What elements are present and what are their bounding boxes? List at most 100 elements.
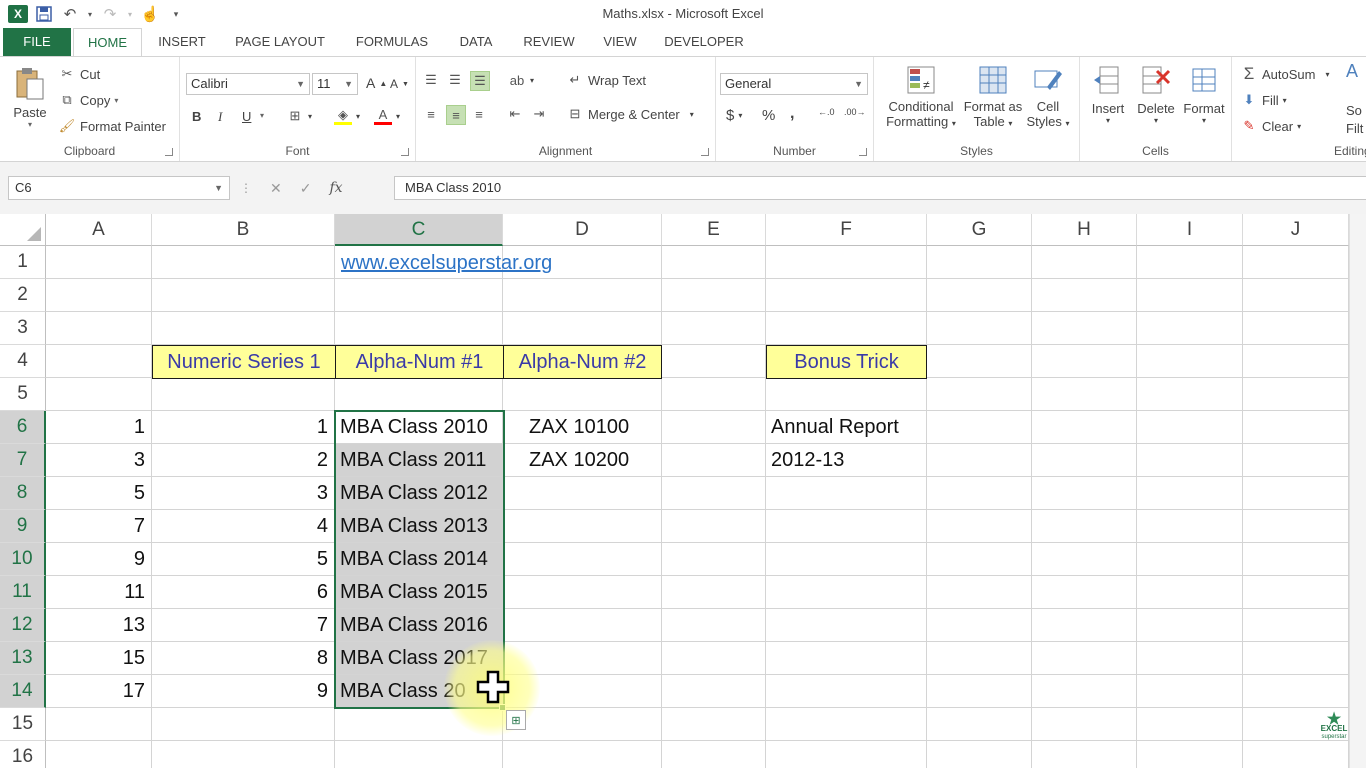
cell-c14[interactable]: MBA Class 20 xyxy=(335,675,502,707)
column-header-f[interactable]: F xyxy=(766,214,927,246)
enter-icon[interactable]: ✓ xyxy=(300,180,312,197)
align-right-button[interactable]: ≡ xyxy=(470,105,488,123)
paste-button[interactable]: Paste ▾ xyxy=(8,67,52,129)
cell-b14[interactable]: 9 xyxy=(152,675,334,707)
cell-b4[interactable]: Numeric Series 1 xyxy=(152,345,336,379)
cell-f6[interactable]: Annual Report xyxy=(766,411,926,443)
row-header-4[interactable]: 4 xyxy=(0,345,46,378)
column-header-c[interactable]: C xyxy=(335,214,503,246)
row-header-3[interactable]: 3 xyxy=(0,312,46,345)
cell-a12[interactable]: 13 xyxy=(46,609,151,641)
column-header-e[interactable]: E xyxy=(662,214,766,246)
borders-button[interactable]: ⊞ ▾ xyxy=(286,107,312,125)
format-cells-button[interactable]: Format ▾ xyxy=(1180,63,1228,125)
format-painter-button[interactable]: 🖌 Format Painter xyxy=(58,117,166,135)
font-name-dropdown-icon[interactable]: ▼ xyxy=(296,74,305,94)
row-header-15[interactable]: 15 xyxy=(0,708,46,741)
row-header-1[interactable]: 1 xyxy=(0,246,46,279)
bottom-align-button[interactable]: ☰ xyxy=(470,71,490,91)
column-header-b[interactable]: B xyxy=(152,214,335,246)
font-name-combo[interactable]: Calibri ▼ xyxy=(186,73,310,95)
row-header-6[interactable]: 6 xyxy=(0,411,46,444)
middle-align-button[interactable]: ☰ xyxy=(446,71,464,89)
decrease-indent-button[interactable]: ⇤ xyxy=(506,105,524,123)
cell-c13[interactable]: MBA Class 2017 xyxy=(335,642,502,674)
font-size-combo[interactable]: 11 ▼ xyxy=(312,73,358,95)
tab-data[interactable]: DATA xyxy=(448,28,504,56)
cell-b6[interactable]: 1 xyxy=(152,411,334,443)
row-header-5[interactable]: 5 xyxy=(0,378,46,411)
cell-a8[interactable]: 5 xyxy=(46,477,151,509)
tab-developer[interactable]: DEVELOPER xyxy=(658,28,750,56)
copy-button[interactable]: ⧉ Copy ▾ xyxy=(58,91,118,109)
cell-a13[interactable]: 15 xyxy=(46,642,151,674)
name-box-dropdown-icon[interactable]: ▼ xyxy=(214,177,223,199)
alignment-dialog-launcher-icon[interactable] xyxy=(701,148,709,156)
cell-a7[interactable]: 3 xyxy=(46,444,151,476)
cell-a10[interactable]: 9 xyxy=(46,543,151,575)
column-header-i[interactable]: I xyxy=(1137,214,1243,246)
orientation-button[interactable]: ab ▾ xyxy=(508,71,534,89)
delete-cells-dropdown-icon[interactable]: ▾ xyxy=(1132,116,1180,125)
merge-center-button[interactable]: ⊟ Merge & Center ▾ xyxy=(566,105,694,123)
cell-c4[interactable]: Alpha-Num #1 xyxy=(335,345,504,379)
top-align-button[interactable]: ☰ xyxy=(422,71,440,89)
worksheet-grid[interactable]: ABCDEFGHIJ 1 2 3 4 5 6 7 8 9 10 11 12 13 14 15 16 www.e… xyxy=(0,214,1366,768)
cell-styles-button[interactable]: Cell Styles ▾ xyxy=(1022,63,1074,129)
italic-button[interactable]: I xyxy=(218,109,222,125)
conditional-formatting-button[interactable]: ≠ Conditional Formatting ▾ xyxy=(878,63,964,129)
cell-c12[interactable]: MBA Class 2016 xyxy=(335,609,502,641)
tab-insert[interactable]: INSERT xyxy=(148,28,216,56)
font-dialog-launcher-icon[interactable] xyxy=(401,148,409,156)
shrink-font-button[interactable]: A ▼ xyxy=(390,77,409,91)
row-header-11[interactable]: 11 xyxy=(0,576,46,609)
cell-b12[interactable]: 7 xyxy=(152,609,334,641)
column-header-g[interactable]: G xyxy=(927,214,1032,246)
tab-page-layout[interactable]: PAGE LAYOUT xyxy=(226,28,334,56)
cell-a14[interactable]: 17 xyxy=(46,675,151,707)
formula-input[interactable]: MBA Class 2010 xyxy=(394,176,1366,200)
number-format-dropdown-icon[interactable]: ▼ xyxy=(854,74,863,94)
fill-color-button[interactable]: ◈ ▾ xyxy=(334,107,360,125)
autosum-button[interactable]: Σ AutoSum ▾ xyxy=(1240,64,1330,83)
bold-button[interactable]: B xyxy=(192,109,201,124)
number-format-combo[interactable]: General ▼ xyxy=(720,73,868,95)
clipboard-dialog-launcher-icon[interactable] xyxy=(165,148,173,156)
fill-button[interactable]: ⬇ Fill ▾ xyxy=(1240,91,1287,109)
underline-dropdown-icon[interactable]: ▾ xyxy=(260,111,264,120)
font-color-button[interactable]: A ▾ xyxy=(374,107,400,125)
cell-d6[interactable]: ZAX 10100 xyxy=(503,411,661,443)
tab-view[interactable]: VIEW xyxy=(594,28,646,56)
format-as-table-button[interactable]: Format as Table ▾ xyxy=(960,63,1026,129)
cell-c9[interactable]: MBA Class 2013 xyxy=(335,510,502,542)
number-dialog-launcher-icon[interactable] xyxy=(859,148,867,156)
cell-a11[interactable]: 11 xyxy=(46,576,151,608)
cell-f4[interactable]: Bonus Trick xyxy=(766,345,927,379)
select-all-button[interactable] xyxy=(0,214,46,246)
name-box[interactable]: C6 ▼ xyxy=(8,176,230,200)
sort-filter-label-2[interactable]: Filt xyxy=(1346,121,1363,136)
insert-function-icon[interactable]: fx xyxy=(329,180,342,196)
row-header-12[interactable]: 12 xyxy=(0,609,46,642)
cell-c10[interactable]: MBA Class 2014 xyxy=(335,543,502,575)
grow-font-button[interactable]: A ▲ xyxy=(366,75,387,91)
sort-filter-icon[interactable]: A xyxy=(1346,61,1358,82)
decrease-decimal-button[interactable]: .00→ xyxy=(844,107,866,117)
copy-dropdown-icon[interactable]: ▾ xyxy=(114,96,118,105)
increase-indent-button[interactable]: ⇥ xyxy=(530,105,548,123)
cell-c6[interactable]: MBA Class 2010 xyxy=(335,411,502,443)
fill-handle[interactable] xyxy=(499,704,506,711)
row-header-7[interactable]: 7 xyxy=(0,444,46,477)
cell-c8[interactable]: MBA Class 2012 xyxy=(335,477,502,509)
column-header-h[interactable]: H xyxy=(1032,214,1137,246)
font-size-dropdown-icon[interactable]: ▼ xyxy=(344,74,353,94)
row-header-10[interactable]: 10 xyxy=(0,543,46,576)
format-cells-dropdown-icon[interactable]: ▾ xyxy=(1180,116,1228,125)
align-center-button[interactable]: ≡ xyxy=(446,105,466,125)
insert-cells-button[interactable]: Insert ▾ xyxy=(1086,63,1130,125)
cell-c11[interactable]: MBA Class 2015 xyxy=(335,576,502,608)
currency-button[interactable]: $ ▾ xyxy=(726,107,742,124)
row-header-13[interactable]: 13 xyxy=(0,642,46,675)
column-header-d[interactable]: D xyxy=(503,214,662,246)
column-header-a[interactable]: A xyxy=(46,214,152,246)
